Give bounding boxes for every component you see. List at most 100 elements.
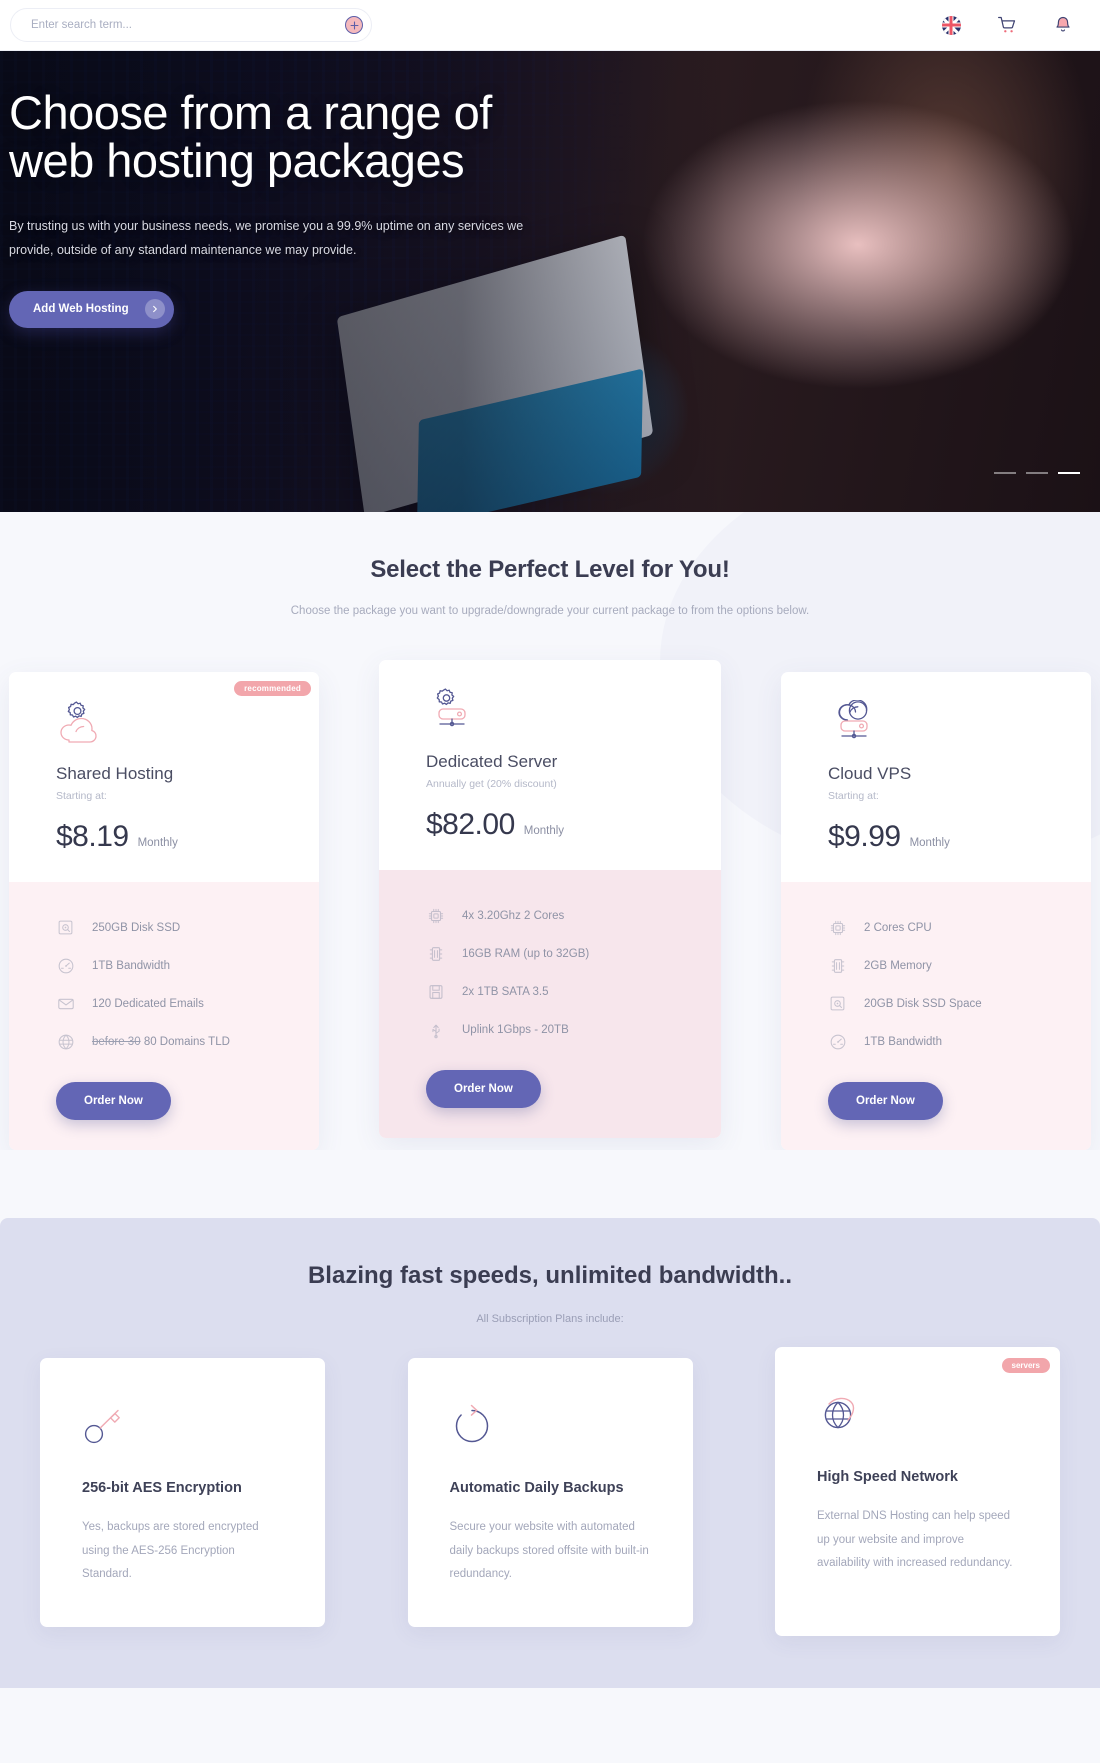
feature-row: 1TB Bandwidth — [56, 956, 272, 975]
feature-card-title: 256-bit AES Encryption — [82, 1480, 242, 1496]
feature-card-desc: Secure your website with automated daily… — [449, 1521, 649, 1581]
search-box[interactable] — [10, 8, 372, 42]
feature-row: 2x 1TB SATA 3.5 — [426, 982, 674, 1001]
cloud-gear-icon — [56, 700, 272, 750]
feature-row: 16GB RAM (up to 32GB) — [426, 944, 674, 963]
feature-row: 4x 3.20Ghz 2 Cores — [426, 906, 674, 925]
pricing-section: Select the Perfect Level for You! Choose… — [0, 512, 1100, 1150]
feature-text: 1TB Bandwidth — [92, 960, 170, 972]
feature-card: servers High Speed Network External DNS … — [775, 1347, 1060, 1636]
hero-banner: Choose from a range of web hosting packa… — [0, 51, 1100, 512]
plan-name: Dedicated Server — [426, 752, 558, 771]
key-icon — [82, 1404, 283, 1450]
feature-value: 1TB Bandwidth — [92, 959, 170, 972]
feature-value: 2 Cores CPU — [864, 921, 932, 934]
plan-starting-label: Annually get (20% discount) — [426, 778, 557, 790]
plan-price-row: $82.00 Monthly — [426, 808, 674, 842]
bell-icon[interactable] — [1051, 13, 1075, 37]
features-subtitle: All Subscription Plans include: — [476, 1313, 624, 1325]
hard-drive-icon — [828, 994, 847, 1013]
pricing-card: Cloud VPS Starting at: $9.99 Monthly 2 C… — [781, 672, 1091, 1150]
cpu-icon — [426, 906, 445, 925]
speedometer-icon — [56, 956, 75, 975]
feature-value: 2GB Memory — [864, 959, 932, 972]
feature-row: 120 Dedicated Emails — [56, 994, 272, 1013]
uk-flag-graphic — [941, 15, 961, 35]
plan-price: $8.19 — [56, 820, 129, 853]
pricing-card-header: Cloud VPS Starting at: $9.99 Monthly — [781, 672, 1091, 882]
hero-slide-dot-2[interactable] — [1026, 471, 1048, 474]
refresh-backup-icon — [450, 1404, 651, 1450]
feature-text: before 30 80 Domains TLD — [92, 1036, 230, 1048]
hero-slider-indicators[interactable] — [994, 471, 1080, 474]
chevron-right-icon — [144, 299, 165, 320]
feature-text: 2x 1TB SATA 3.5 — [462, 986, 549, 998]
add-web-hosting-button[interactable]: Add Web Hosting — [9, 290, 174, 328]
feature-row: 20GB Disk SSD Space — [828, 994, 1044, 1013]
search-input[interactable] — [31, 19, 345, 31]
pricing-card-header: Dedicated Server Annually get (20% disco… — [379, 660, 721, 870]
order-now-button[interactable]: Order Now — [426, 1070, 541, 1108]
features-title: Blazing fast speeds, unlimited bandwidth… — [307, 1262, 793, 1289]
plan-name: Shared Hosting — [56, 764, 174, 783]
feature-value: 2x 1TB SATA 3.5 — [462, 985, 549, 998]
recommended-badge: recommended — [234, 681, 311, 696]
feature-card: 256-bit AES Encryption Yes, backups are … — [40, 1358, 325, 1627]
hero-slide-dot-1[interactable] — [994, 471, 1016, 474]
plan-price-row: $8.19 Monthly — [56, 820, 272, 854]
pricing-card-header: recommended Shared Hosting Starting at: … — [9, 672, 319, 882]
features-section: Blazing fast speeds, unlimited bandwidth… — [0, 1218, 1100, 1688]
order-now-button[interactable]: Order Now — [56, 1082, 171, 1120]
feature-text: 1TB Bandwidth — [864, 1036, 942, 1048]
plan-period: Monthly — [137, 837, 178, 849]
hero-title: Choose from a range of web hosting packa… — [9, 86, 492, 188]
plan-starting-label: Starting at: — [828, 790, 879, 802]
plan-name: Cloud VPS — [828, 764, 912, 783]
feature-text: 20GB Disk SSD Space — [864, 998, 982, 1010]
pricing-card: Dedicated Server Annually get (20% disco… — [379, 660, 721, 1138]
plan-period: Monthly — [523, 825, 565, 837]
cloud-server-gear-icon — [426, 688, 674, 738]
pricing-cards: recommended Shared Hosting Starting at: … — [0, 617, 1100, 1150]
speedometer-icon — [828, 1032, 847, 1051]
feature-row: 2 Cores CPU — [828, 918, 1044, 937]
pricing-card-body: 4x 3.20Ghz 2 Cores 16GB RAM (up to 32GB)… — [379, 870, 721, 1138]
hero-slide-dot-3[interactable] — [1058, 471, 1080, 474]
feature-card: Automatic Daily Backups Secure your webs… — [407, 1358, 693, 1627]
plan-price-row: $9.99 Monthly — [828, 820, 1044, 854]
feature-card-title: Automatic Daily Backups — [449, 1480, 624, 1496]
feature-value: 4x 3.20Ghz 2 Cores — [462, 909, 565, 922]
feature-text: 120 Dedicated Emails — [92, 998, 204, 1010]
feature-text: 4x 3.20Ghz 2 Cores — [462, 910, 564, 922]
feature-value: 250GB Disk SSD — [92, 921, 181, 934]
hero-content: Choose from a range of web hosting packa… — [0, 51, 1100, 328]
cart-icon[interactable] — [995, 13, 1019, 37]
feature-value: 120 Dedicated Emails — [92, 997, 204, 1010]
uk-flag-icon[interactable] — [939, 13, 963, 37]
feature-old-value: before 30 — [92, 1035, 141, 1048]
globe-network-icon — [817, 1393, 1018, 1439]
top-bar — [0, 0, 1100, 51]
search-submit-icon[interactable] — [345, 16, 363, 34]
feature-row: 1TB Bandwidth — [828, 1032, 1044, 1051]
hero-subtitle: By trusting us with your business needs,… — [9, 218, 524, 258]
pricing-card-body: 250GB Disk SSD 1TB Bandwidth 120 Dedicat… — [9, 882, 319, 1150]
plan-price: $9.99 — [828, 820, 901, 853]
disk-icon — [426, 982, 445, 1001]
memory-icon — [426, 944, 445, 963]
order-now-button[interactable]: Order Now — [828, 1082, 943, 1120]
top-bar-actions — [939, 13, 1080, 37]
feature-row: Uplink 1Gbps - 20TB — [426, 1020, 674, 1039]
cloud-vps-icon — [828, 699, 1044, 750]
hard-drive-icon — [56, 918, 75, 937]
feature-text: 250GB Disk SSD — [92, 922, 180, 934]
pricing-title: Select the Perfect Level for You! — [370, 556, 730, 583]
plan-starting-label: Starting at: — [56, 790, 107, 802]
feature-row: 2GB Memory — [828, 956, 1044, 975]
feature-row: 250GB Disk SSD — [56, 918, 272, 937]
pricing-card-body: 2 Cores CPU 2GB Memory 20GB Disk SSD Spa… — [781, 882, 1091, 1150]
globe-icon — [56, 1032, 75, 1051]
feature-value: Uplink 1Gbps - 20TB — [462, 1023, 569, 1036]
feature-row: before 30 80 Domains TLD — [56, 1032, 272, 1051]
feature-text: 2GB Memory — [864, 960, 932, 972]
